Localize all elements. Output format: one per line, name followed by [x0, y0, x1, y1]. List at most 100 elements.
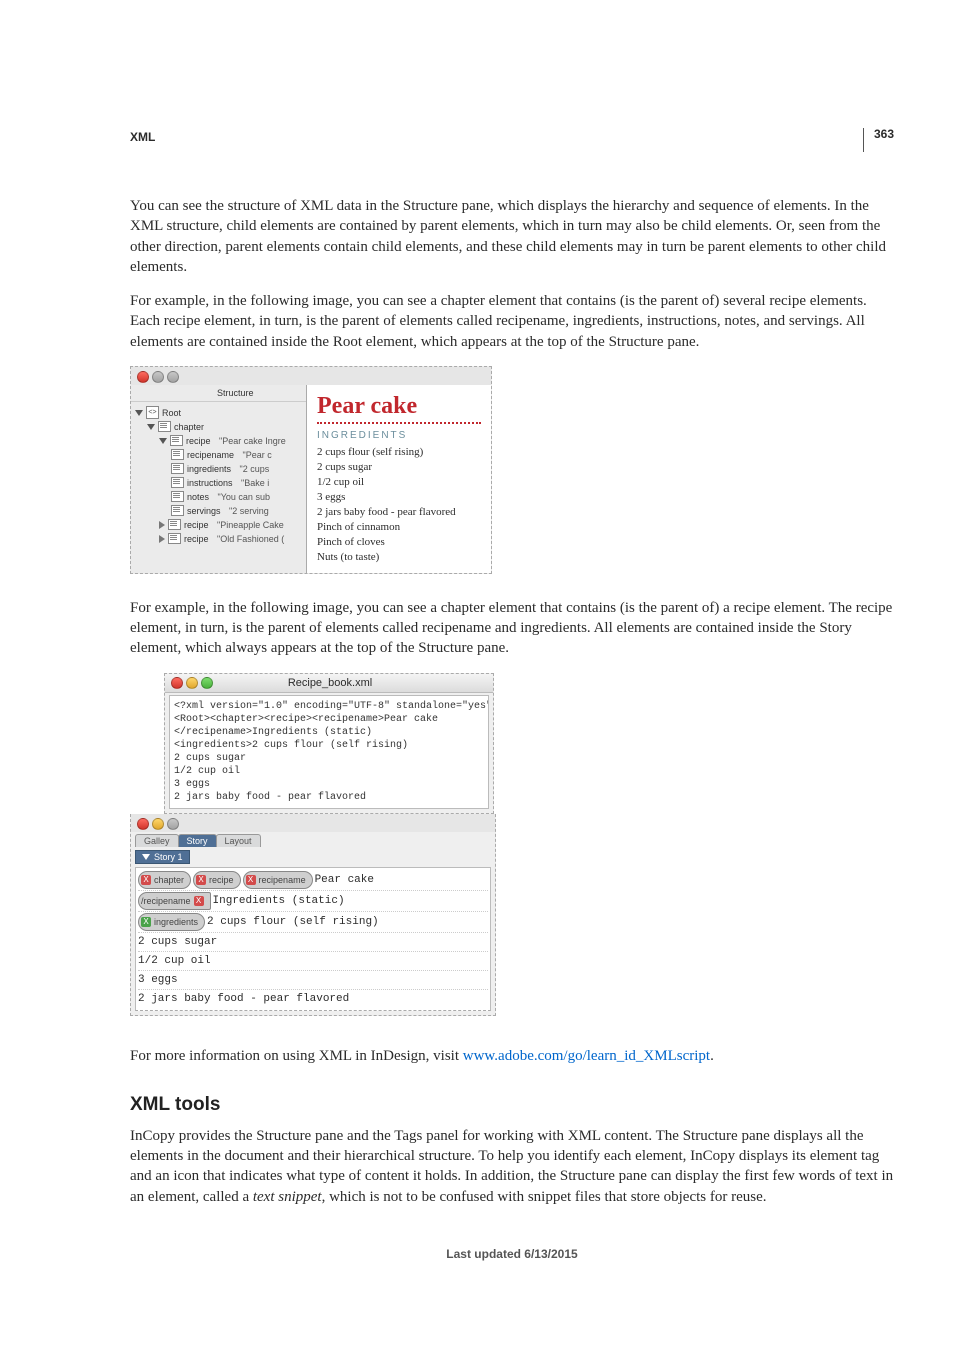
element-icon — [171, 477, 184, 488]
tree-row: servings "2 serving — [135, 504, 306, 518]
trash-icon — [197, 387, 209, 399]
tree-row: notes "You can sub — [135, 490, 306, 504]
story-text: Ingredients (static) — [213, 893, 345, 909]
story-body: Xchapter Xrecipe Xrecipename Pear cake /… — [135, 867, 491, 1011]
tag-marker-icon: X — [194, 896, 204, 906]
story-line: 1/2 cup oil — [138, 952, 488, 971]
tag-marker-icon: X — [196, 875, 206, 885]
tree-label: servings — [187, 504, 221, 518]
element-icon — [171, 463, 184, 474]
root-element-icon: <> — [146, 406, 159, 419]
story-text: 2 cups sugar — [138, 934, 217, 950]
link-xmlscript[interactable]: www.adobe.com/go/learn_id_XMLscript — [463, 1048, 710, 1064]
preview-line: 2 jars baby food - pear flavored — [317, 505, 481, 520]
disclosure-triangle-closed-icon — [159, 535, 165, 543]
tree-label: recipe — [184, 532, 209, 546]
tree-row: recipe "Pineapple Cake — [135, 518, 306, 532]
minimize-icon — [152, 818, 164, 830]
heading-xml-tools: XML tools — [130, 1094, 894, 1116]
body-paragraph: For example, in the following image, you… — [130, 598, 894, 659]
story-line: 2 cups sugar — [138, 933, 488, 952]
code-editor: <?xml version="1.0" encoding="UTF-8" sta… — [169, 695, 489, 809]
tree-label: recipename — [187, 448, 234, 462]
preview-title: Pear cake — [317, 393, 481, 424]
chevron-down-icon — [142, 854, 150, 860]
element-icon — [168, 519, 181, 530]
zoom-icon — [167, 371, 179, 383]
structure-toolbar: Structure — [131, 385, 306, 402]
minimize-icon — [186, 677, 198, 689]
code-line: <?xml version="1.0" encoding="UTF-8" sta… — [174, 700, 484, 713]
minimize-icon — [152, 371, 164, 383]
tree-snippet: "Bake i — [241, 476, 269, 490]
tag-marker-icon: X — [246, 875, 256, 885]
disclosure-triangle-open-icon — [135, 410, 143, 416]
pane-title: Structure — [217, 388, 254, 398]
view-tabs: Galley Story Layout — [131, 832, 495, 847]
close-icon — [137, 371, 149, 383]
close-icon — [171, 677, 183, 689]
element-icon — [171, 449, 184, 460]
tool-icon — [137, 387, 149, 399]
window-title: Recipe_book.xml — [288, 677, 372, 689]
tree-label: notes — [187, 490, 209, 504]
body-paragraph: You can see the structure of XML data in… — [130, 196, 894, 277]
preview-line: 1/2 cup oil — [317, 475, 481, 490]
text-run: . — [710, 1048, 714, 1064]
story-text: 1/2 cup oil — [138, 953, 211, 969]
body-paragraph: InCopy provides the Structure pane and t… — [130, 1126, 894, 1207]
element-icon — [171, 491, 184, 502]
tree-row: instructions "Bake i — [135, 476, 306, 490]
preview-line: 3 eggs — [317, 490, 481, 505]
tag-chip-ingredients: Xingredients — [138, 913, 205, 931]
code-line: 1/2 cup oil — [174, 765, 484, 778]
tag-chip-recipename-close: /recipenameX — [138, 892, 211, 910]
tag-chip-recipename: Xrecipename — [243, 871, 313, 889]
tab-galley: Galley — [135, 834, 179, 847]
close-icon — [137, 818, 149, 830]
tree-label: instructions — [187, 476, 233, 490]
tree-snippet: "Pineapple Cake — [217, 518, 284, 532]
tab-story: Story — [178, 834, 217, 847]
story-text: 3 eggs — [138, 972, 178, 988]
tree-label: recipe — [184, 518, 209, 532]
tree-label: recipe — [186, 434, 211, 448]
disclosure-triangle-open-icon — [147, 424, 155, 430]
story-line: /recipenameX Ingredients (static) — [138, 891, 488, 912]
story-line: 3 eggs — [138, 971, 488, 990]
disclosure-triangle-open-icon — [159, 438, 167, 444]
window-titlebar — [131, 367, 491, 385]
tree-label: Root — [162, 406, 181, 420]
tag-marker-icon: X — [141, 917, 151, 927]
preview-line: Pinch of cloves — [317, 535, 481, 550]
structure-tree: <> Root chapter recipe "Pear cake Ingre — [131, 402, 306, 552]
tree-snippet: "Pear c — [243, 448, 272, 462]
story-line: Xchapter Xrecipe Xrecipename Pear cake — [138, 870, 488, 891]
code-line: 2 cups sugar — [174, 752, 484, 765]
element-icon — [171, 505, 184, 516]
document-preview: Pear cake INGREDIENTS 2 cups flour (self… — [307, 385, 491, 573]
code-line: <ingredients>2 cups flour (self rising) — [174, 739, 484, 752]
preview-subhead: INGREDIENTS — [317, 430, 481, 441]
tree-label: ingredients — [187, 462, 231, 476]
element-icon — [170, 435, 183, 446]
tag-chip-chapter: Xchapter — [138, 871, 191, 889]
preview-line: 2 cups flour (self rising) — [317, 445, 481, 460]
text-run: For more information on using XML in InD… — [130, 1048, 463, 1064]
story-line: 2 jars baby food - pear flavored — [138, 990, 488, 1008]
tree-snippet: "Pear cake Ingre — [219, 434, 286, 448]
disclosure-triangle-closed-icon — [159, 521, 165, 529]
tree-row: recipe "Pear cake Ingre — [135, 434, 306, 448]
tree-snippet: "2 cups — [240, 462, 270, 476]
tree-row: <> Root — [135, 406, 306, 420]
page-footer: Last updated 6/13/2015 — [130, 1247, 894, 1261]
tree-snippet: "Old Fashioned ( — [217, 532, 284, 546]
zoom-icon — [167, 818, 179, 830]
story-name: Story 1 — [154, 852, 183, 862]
code-line: 2 jars baby food - pear flavored — [174, 791, 484, 804]
page-number: 363 — [863, 128, 894, 152]
tool-icon — [177, 387, 189, 399]
code-line: </recipename>Ingredients (static) — [174, 726, 484, 739]
story-dropdown: Story 1 — [135, 850, 190, 864]
story-text: 2 cups flour (self rising) — [207, 914, 379, 930]
